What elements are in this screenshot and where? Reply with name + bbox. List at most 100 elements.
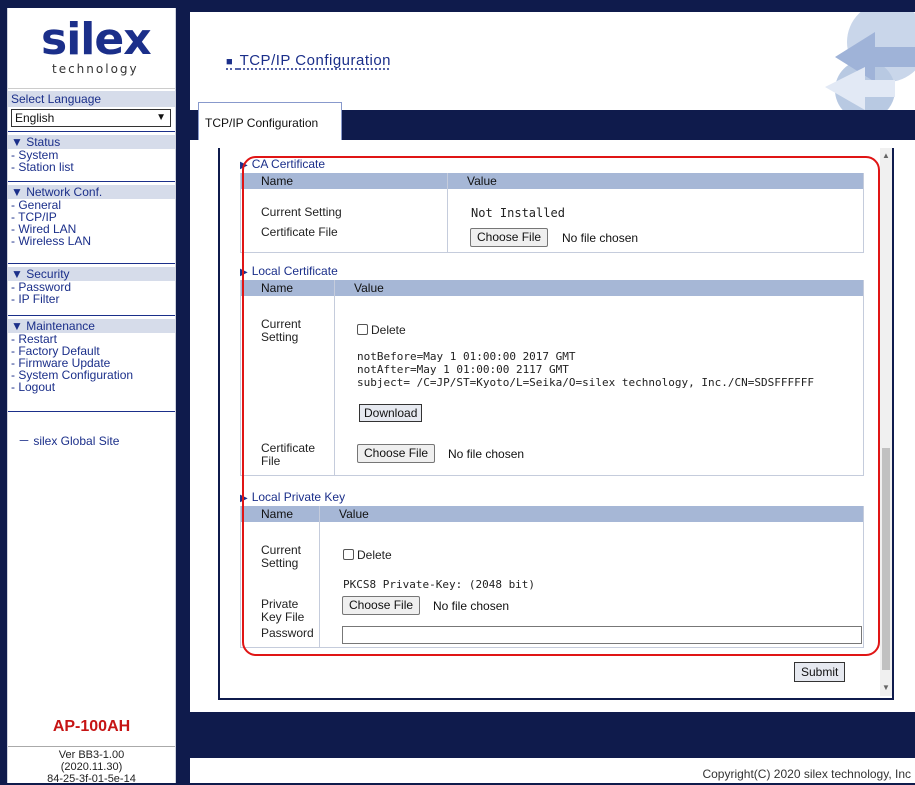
table-header [241, 506, 863, 522]
submit-button[interactable]: Submit [794, 662, 846, 682]
logo: silex technology [8, 8, 175, 89]
no-file-text: No file chosen [562, 231, 639, 245]
global-site-link[interactable]: － silex Global Site [18, 432, 119, 449]
version-info: Ver BB3-1.00 (2020.11.30) 84-25-3f-01-5e… [8, 746, 175, 785]
local-private-key-title: ▶ Local Private Key [240, 490, 345, 504]
divider [447, 173, 448, 253]
chevron-down-icon: ▼ [156, 112, 166, 123]
password-input[interactable] [342, 626, 862, 644]
model-name: AP-100AH [52, 718, 131, 735]
choose-file-button[interactable]: Choose File [470, 228, 549, 247]
no-file-text: No file chosen [448, 447, 525, 461]
tab-tcpip-configuration[interactable]: TCP/IP Configuration [198, 102, 342, 140]
nav-section-security: ▼ Security - Password - IP Filter [8, 267, 175, 305]
nav-head-status[interactable]: ▼ Status [8, 135, 175, 149]
private-key-file-label: Private Key File [261, 598, 304, 624]
certificate-file-label: Certificate File [261, 442, 315, 468]
password-label: Password [261, 626, 314, 640]
column-value: Value [467, 174, 497, 188]
column-value: Value [354, 281, 384, 295]
divider [319, 506, 320, 648]
nav-section-network: ▼ Network Conf. - General - TCP/IP - Wir… [8, 185, 175, 247]
nav-item-wireless-lan[interactable]: - Wireless LAN [8, 235, 175, 247]
choose-file-button[interactable]: Choose File [342, 596, 421, 615]
choose-file-button[interactable]: Choose File [357, 444, 436, 463]
divider [8, 315, 175, 316]
scroll-thumb[interactable] [882, 448, 890, 670]
logo-subtitle: technology [52, 62, 139, 76]
current-label-line-2: Setting [261, 556, 299, 570]
main-area: ■ TCP/IP Configuration TCP/IP Configurat… [186, 0, 915, 783]
cert-file-line-2: File [261, 454, 281, 468]
table-header [241, 173, 863, 189]
ca-certificate-table: Name Value Current Setting Not Installed… [240, 173, 864, 253]
ca-certificate-title-text: CA Certificate [251, 157, 326, 171]
divider [334, 280, 335, 476]
divider [8, 131, 175, 132]
delete-label: Delete [371, 323, 406, 337]
scroll-down-icon[interactable]: ▼ [880, 682, 892, 694]
logo-wordmark: silex [41, 14, 152, 65]
cert-not-before: notBefore=May 1 01:00:00 2017 GMT [357, 350, 576, 363]
local-private-key-title-text: Local Private Key [251, 490, 346, 504]
language-value: English [15, 111, 55, 125]
divider [8, 411, 175, 412]
column-name: Name [261, 507, 294, 521]
scroll-up-icon[interactable]: ▲ [880, 150, 892, 162]
delete-checkbox[interactable] [343, 549, 354, 560]
title-square-icon: ■ [226, 56, 234, 68]
version-date: (2020.11.30) [60, 761, 123, 773]
vertical-scrollbar[interactable]: ▲ ▼ [880, 148, 892, 696]
triangle-right-icon: ▶ [240, 493, 248, 504]
nav-item-station-list[interactable]: - Station list [8, 161, 175, 173]
current-setting-value: Not Installed [471, 206, 565, 220]
triangle-right-icon: ▶ [240, 267, 248, 278]
delete-label: Delete [357, 548, 392, 562]
copyright-bar: Copyright(C) 2020 silex technology, Inc [190, 758, 915, 783]
version-line: Ver BB3-1.00 [58, 749, 125, 761]
current-setting-label: Current Setting [261, 318, 301, 344]
header-arrows-graphic [795, 12, 915, 110]
content-area: ▶ CA Certificate Name Value Current Setti… [190, 140, 915, 712]
delete-checkbox[interactable] [357, 324, 368, 335]
language-label: Select Language [8, 91, 175, 107]
page-header: ■ TCP/IP Configuration [190, 12, 915, 110]
page-title-text: TCP/IP Configuration [239, 52, 392, 69]
sidebar-panel: silex technology Select Language English… [7, 8, 176, 785]
footer-bar [190, 712, 915, 758]
nav-head-maintenance[interactable]: ▼ Maintenance [8, 319, 175, 333]
content-frame: ▶ CA Certificate Name Value Current Setti… [218, 148, 894, 700]
sidebar: silex technology Select Language English… [0, 0, 186, 785]
local-certificate-title-text: Local Certificate [251, 264, 338, 278]
column-name: Name [261, 281, 294, 295]
no-file-text: No file chosen [433, 599, 510, 613]
nav-section-maintenance: ▼ Maintenance - Restart - Factory Defaul… [8, 319, 175, 393]
local-certificate-title: ▶ Local Certificate [240, 264, 338, 278]
column-value: Value [339, 507, 369, 521]
download-button[interactable]: Download [359, 404, 423, 422]
current-label-line-2: Setting [261, 330, 299, 344]
ca-certificate-title: ▶ CA Certificate [240, 157, 325, 171]
nav-head-network[interactable]: ▼ Network Conf. [8, 185, 175, 199]
current-setting-label: Current Setting [261, 205, 342, 219]
cert-subject: subject= /C=JP/ST=Kyoto/L=Seika/O=silex … [357, 376, 814, 389]
key-file-line-2: Key File [261, 610, 305, 624]
mac-address: 84-25-3f-01-5e-14 [47, 773, 136, 785]
copyright-text: Copyright(C) 2020 silex technology, Inc [702, 767, 911, 781]
private-key-info: PKCS8 Private-Key: (2048 bit) [343, 578, 536, 591]
divider [8, 263, 175, 264]
nav-section-status: ▼ Status - System - Station list [8, 135, 175, 173]
current-setting-label: Current Setting [261, 544, 301, 570]
nav-head-security[interactable]: ▼ Security [8, 267, 175, 281]
cert-not-after: notAfter=May 1 01:00:00 2117 GMT [357, 363, 569, 376]
nav-item-logout[interactable]: - Logout [8, 381, 175, 393]
column-name: Name [261, 174, 294, 188]
triangle-right-icon: ▶ [240, 160, 248, 171]
divider [8, 181, 175, 182]
local-certificate-table: Name Value Current Setting Delete notBef… [240, 280, 864, 476]
language-select[interactable]: English ▼ [11, 109, 171, 127]
scroll-area: ▶ CA Certificate Name Value Current Setti… [220, 148, 880, 696]
nav-item-ip-filter[interactable]: - IP Filter [8, 293, 175, 305]
page-title: ■ TCP/IP Configuration [226, 52, 391, 69]
certificate-file-label: Certificate File [261, 225, 338, 239]
